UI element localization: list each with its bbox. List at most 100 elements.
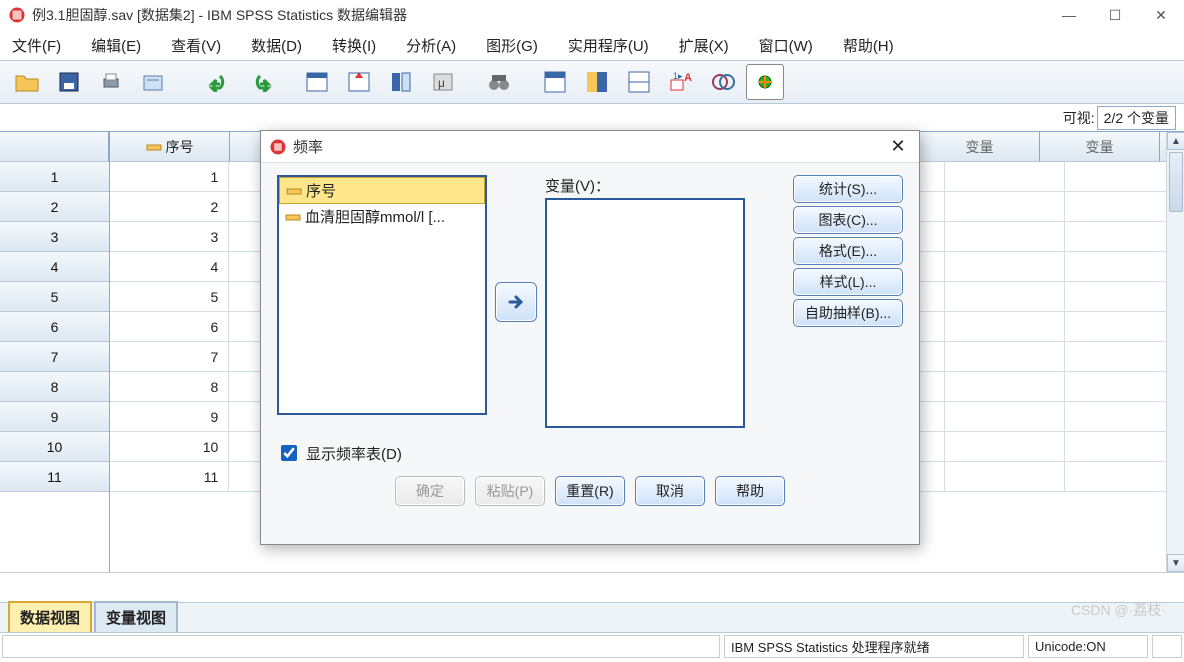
watermark: CSDN @·荔枝· <box>1071 600 1166 620</box>
data-cell[interactable]: 8 <box>110 372 229 402</box>
scroll-thumb[interactable] <box>1169 152 1183 212</box>
vertical-scrollbar[interactable]: ▲ ▼ <box>1166 132 1184 572</box>
close-button[interactable]: ✕ <box>1138 0 1184 30</box>
tab-variable-view[interactable]: 变量视图 <box>94 601 178 632</box>
menu-extensions[interactable]: 扩展(X) <box>679 35 729 56</box>
binoculars-icon[interactable] <box>480 64 518 100</box>
data-cell[interactable] <box>945 282 1064 312</box>
row-header[interactable]: 8 <box>0 372 109 402</box>
reset-button[interactable]: 重置(R) <box>555 476 625 506</box>
col-header-empty-1[interactable]: 变量 <box>920 132 1040 162</box>
row-header[interactable]: 9 <box>0 402 109 432</box>
value-labels-icon[interactable]: A1▸ <box>662 64 700 100</box>
menu-window[interactable]: 窗口(W) <box>759 35 813 56</box>
col-header-empty-2[interactable]: 变量 <box>1040 132 1160 162</box>
data-cell[interactable]: 3 <box>110 222 229 252</box>
data-cell[interactable]: 7 <box>110 342 229 372</box>
row-header[interactable]: 3 <box>0 222 109 252</box>
menu-graphs[interactable]: 图形(G) <box>486 35 538 56</box>
row-header[interactable]: 1 <box>0 162 109 192</box>
data-cell[interactable]: 1 <box>110 162 229 192</box>
selected-variables-list[interactable] <box>545 198 745 428</box>
status-tail <box>1152 635 1182 658</box>
paste-button[interactable]: 粘贴(P) <box>475 476 545 506</box>
data-cell[interactable] <box>945 252 1064 282</box>
row-header[interactable]: 10 <box>0 432 109 462</box>
data-cell[interactable]: 11 <box>110 462 229 492</box>
goto-var-icon[interactable] <box>340 64 378 100</box>
menu-file[interactable]: 文件(F) <box>12 35 61 56</box>
save-icon[interactable] <box>50 64 88 100</box>
data-cell[interactable] <box>945 402 1064 432</box>
menu-help[interactable]: 帮助(H) <box>843 35 894 56</box>
data-cell[interactable]: 9 <box>110 402 229 432</box>
tab-data-view[interactable]: 数据视图 <box>8 601 92 632</box>
insert-variable-icon[interactable] <box>578 64 616 100</box>
style-button[interactable]: 样式(L)... <box>793 268 903 296</box>
data-cell[interactable] <box>945 222 1064 252</box>
list-item[interactable]: 序号 <box>279 177 485 204</box>
status-unicode: Unicode:ON <box>1028 635 1148 658</box>
split-file-icon[interactable] <box>620 64 658 100</box>
open-icon[interactable] <box>8 64 46 100</box>
recall-icon[interactable] <box>134 64 172 100</box>
data-cell[interactable] <box>945 372 1064 402</box>
menu-utilities[interactable]: 实用程序(U) <box>568 35 649 56</box>
data-cell[interactable] <box>945 162 1064 192</box>
col-header-0[interactable]: 序号 <box>110 132 230 162</box>
data-cell[interactable] <box>945 312 1064 342</box>
bootstrap-button[interactable]: 自助抽样(B)... <box>793 299 903 327</box>
row-header[interactable]: 5 <box>0 282 109 312</box>
help-button[interactable]: 帮助 <box>715 476 785 506</box>
ok-button[interactable]: 确定 <box>395 476 465 506</box>
available-variables-list[interactable]: 序号 血清胆固醇mmol/l [... <box>277 175 487 415</box>
checkbox-input[interactable] <box>281 445 297 461</box>
data-cell[interactable] <box>945 432 1064 462</box>
row-header[interactable]: 6 <box>0 312 109 342</box>
menu-analyze[interactable]: 分析(A) <box>406 35 456 56</box>
charts-button[interactable]: 图表(C)... <box>793 206 903 234</box>
row-header[interactable]: 2 <box>0 192 109 222</box>
menu-edit[interactable]: 编辑(E) <box>91 35 141 56</box>
svg-text:A: A <box>684 72 692 84</box>
scroll-up-icon[interactable]: ▲ <box>1167 132 1184 150</box>
data-cell[interactable]: 2 <box>110 192 229 222</box>
titlebar: 例3.1胆固醇.sav [数据集2] - IBM SPSS Statistics… <box>0 0 1184 30</box>
cancel-button[interactable]: 取消 <box>635 476 705 506</box>
dialog-close-icon[interactable]: ✕ <box>885 134 911 160</box>
menu-view[interactable]: 查看(V) <box>171 35 221 56</box>
data-cell[interactable]: 6 <box>110 312 229 342</box>
menu-data[interactable]: 数据(D) <box>251 35 302 56</box>
data-cell[interactable]: 10 <box>110 432 229 462</box>
weight-icon[interactable] <box>704 64 742 100</box>
show-frequency-table-checkbox[interactable]: 显示频率表(D) <box>277 442 903 464</box>
data-cell[interactable]: 4 <box>110 252 229 282</box>
find-icon[interactable]: μ <box>424 64 462 100</box>
move-right-button[interactable] <box>495 282 537 322</box>
statistics-button[interactable]: 统计(S)... <box>793 175 903 203</box>
data-cell[interactable]: 5 <box>110 282 229 312</box>
undo-icon[interactable] <box>200 64 238 100</box>
insert-cases-icon[interactable] <box>536 64 574 100</box>
goto-case-icon[interactable] <box>298 64 336 100</box>
status-empty <box>2 635 720 658</box>
print-icon[interactable] <box>92 64 130 100</box>
minimize-button[interactable]: — <box>1046 0 1092 30</box>
data-cell[interactable] <box>945 462 1064 492</box>
menu-transform[interactable]: 转换(I) <box>332 35 376 56</box>
row-header[interactable]: 11 <box>0 462 109 492</box>
checkbox-label: 显示频率表(D) <box>306 443 402 464</box>
row-header[interactable]: 4 <box>0 252 109 282</box>
data-cell[interactable] <box>945 192 1064 222</box>
menubar: 文件(F) 编辑(E) 查看(V) 数据(D) 转换(I) 分析(A) 图形(G… <box>0 30 1184 60</box>
frequency-dialog: 频率 ✕ 序号 血清胆固醇mmol/l [... 变量(V)： 统计(S)...… <box>260 130 920 545</box>
data-cell[interactable] <box>945 342 1064 372</box>
maximize-button[interactable]: ☐ <box>1092 0 1138 30</box>
variables-icon[interactable] <box>382 64 420 100</box>
redo-icon[interactable] <box>242 64 280 100</box>
list-item[interactable]: 血清胆固醇mmol/l [... <box>279 204 485 229</box>
format-button[interactable]: 格式(E)... <box>793 237 903 265</box>
select-cases-icon[interactable] <box>746 64 784 100</box>
row-header[interactable]: 7 <box>0 342 109 372</box>
scroll-down-icon[interactable]: ▼ <box>1167 554 1184 572</box>
